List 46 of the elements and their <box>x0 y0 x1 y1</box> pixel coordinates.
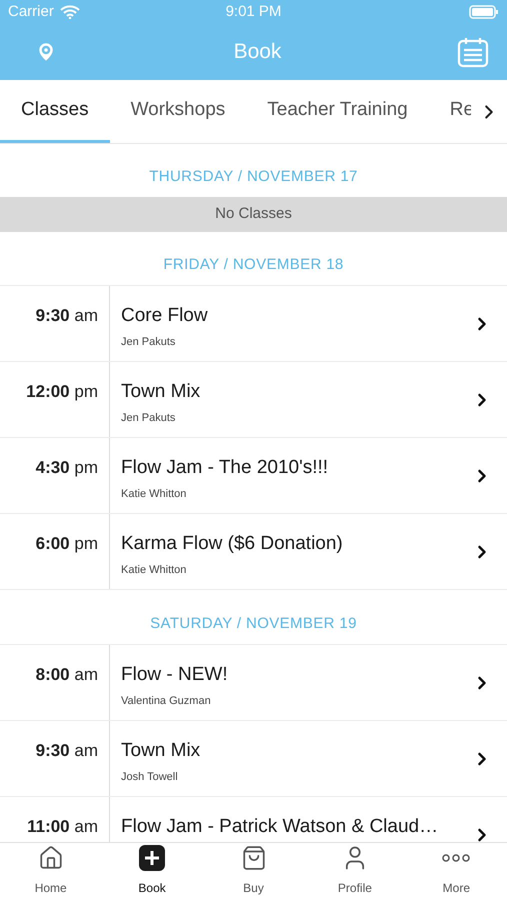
class-name: Flow - NEW! <box>121 663 229 687</box>
class-row[interactable]: 6:00 pm Karma Flow ($6 Donation) Katie Whitton <box>0 514 507 590</box>
class-time: 9:30 am <box>36 740 98 762</box>
home-icon <box>38 845 64 871</box>
nav-tab[interactable]: Profile <box>304 843 406 900</box>
no-classes-bar: No Classes <box>0 197 507 232</box>
class-time: 9:30 am <box>36 305 98 327</box>
class-row[interactable]: 12:00 pm Town Mix Jen Pakuts <box>0 362 507 438</box>
teacher-name: Katie Whitton <box>121 486 188 502</box>
class-name: Town Mix <box>121 739 202 763</box>
more-icon <box>442 854 470 862</box>
class-name: Flow Jam - The 2010's!!! <box>121 456 330 480</box>
class-row[interactable]: 9:30 am Core Flow Jen Pakuts <box>0 286 507 362</box>
teacher-name: Valentina Guzman <box>121 694 212 708</box>
class-name: Town Mix <box>121 380 202 404</box>
teacher-name: Katie Whitton <box>121 562 188 578</box>
wifi-icon <box>60 5 80 19</box>
nav-tab[interactable]: Buy <box>202 843 304 900</box>
nav-tab[interactable]: Home <box>0 843 102 900</box>
class-time: 11:00 am <box>27 816 98 838</box>
tab[interactable]: Teacher Training <box>246 80 429 143</box>
class-time: 12:00 pm <box>26 381 98 403</box>
class-time: 6:00 pm <box>36 533 98 555</box>
teacher-name: Josh Towell <box>121 770 179 784</box>
class-row[interactable]: 9:30 am Town Mix Josh Towell <box>0 721 507 797</box>
class-time: 4:30 pm <box>36 457 98 479</box>
tab[interactable]: Classes <box>0 80 110 143</box>
nav-tab[interactable]: More <box>406 843 507 900</box>
clock: 9:01 PM <box>226 2 282 22</box>
nav-tab[interactable]: Book <box>101 843 203 900</box>
class-time: 8:00 am <box>36 664 98 686</box>
day-heading: SATURDAY / NOVEMBER 19 <box>150 614 357 634</box>
tab[interactable]: Workshops <box>110 80 246 143</box>
day-heading: FRIDAY / NOVEMBER 18 <box>163 254 344 274</box>
bag-icon <box>240 845 267 871</box>
class-name: Karma Flow ($6 Donation) <box>121 532 344 556</box>
class-row[interactable]: 8:00 am Flow - NEW! Valentina Guzman <box>0 645 507 721</box>
teacher-name: Jen Pakuts <box>121 410 176 426</box>
battery-icon <box>469 5 499 19</box>
teacher-name: Jen Pakuts <box>121 334 176 350</box>
class-name: Flow Jam - Patrick Watson & Claud… <box>121 815 440 839</box>
screen-title: Book <box>234 39 282 66</box>
class-name: Core Flow <box>121 304 209 328</box>
day-heading: THURSDAY / NOVEMBER 17 <box>149 166 358 186</box>
class-row[interactable]: 4:30 pm Flow Jam - The 2010's!!! Katie Whitton <box>0 438 507 514</box>
carrier-label: Carrier <box>8 2 54 22</box>
